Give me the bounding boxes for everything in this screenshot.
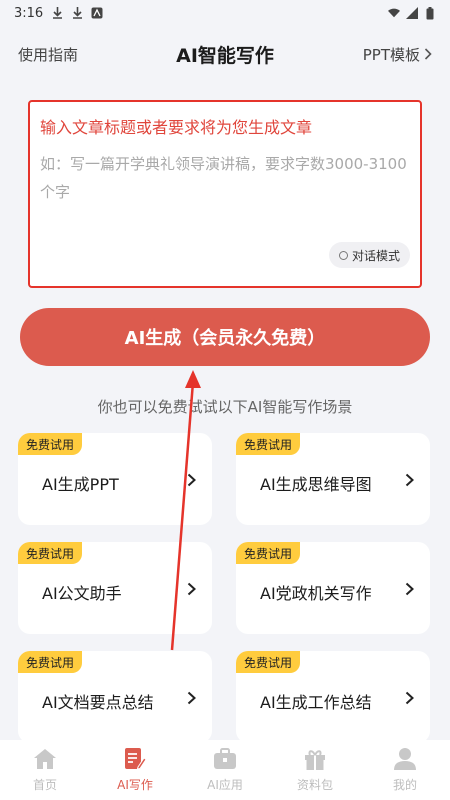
page-title: AI智能写作 [176,44,274,67]
chat-mode-toggle[interactable]: 对话模式 [328,242,410,268]
tab-label: 首页 [32,778,57,792]
input-placeholder[interactable]: 如：写一篇开学典礼领导演讲稿，要求字数3000-3100个字 [40,150,410,206]
tab-label: 资料包 [296,778,333,792]
tab-ai-write[interactable]: AI写作 [100,746,170,793]
scene-hint: 你也可以免费试试以下AI智能写作场景 [97,398,353,416]
radio-icon [338,250,348,260]
article-input-area[interactable]: 输入文章标题或者要求将为您生成文章 如：写一篇开学典礼领导演讲稿，要求字数300… [28,100,422,288]
tab-label: AI写作 [117,778,153,792]
chevron-right-icon [184,580,198,598]
free-trial-badge: 免费试用 [236,542,301,564]
ai-generate-button[interactable]: AI生成（会员永久免费） [20,308,430,366]
tab-profile[interactable]: 我的 [370,746,440,793]
app-notification-icon [91,7,103,19]
download-icon [51,7,63,19]
scene-label: AI生成思维导图 [260,475,372,494]
scene-label: AI文档要点总结 [42,693,154,712]
chevron-right-icon [402,689,416,707]
scene-card-mindmap[interactable]: 免费试用 AI生成思维导图 [236,433,430,525]
free-trial-badge: 免费试用 [236,651,301,673]
signal-icon [406,7,418,19]
tab-home[interactable]: 首页 [10,746,80,793]
chevron-right-icon [402,580,416,598]
scene-card-ppt[interactable]: 免费试用 AI生成PPT [18,433,212,525]
scene-label: AI生成PPT [42,475,119,494]
free-trial-badge: 免费试用 [18,651,83,673]
scene-card-work-summary[interactable]: 免费试用 AI生成工作总结 [236,651,430,743]
bottom-tab-bar: 首页 AI写作 AI应用 资料包 我的 [0,740,450,800]
home-icon [32,746,58,772]
scene-label: AI公文助手 [42,584,122,603]
download-icon-2 [71,7,83,19]
write-icon [122,746,148,772]
ppt-template-link[interactable]: PPT模板 [363,44,432,65]
profile-icon [392,746,418,772]
tab-label: 我的 [392,778,417,792]
scene-label: AI党政机关写作 [260,584,372,603]
status-right [388,6,436,19]
ppt-template-label: PPT模板 [362,45,420,64]
free-trial-badge: 免费试用 [18,433,83,455]
tab-ai-apps[interactable]: AI应用 [190,746,260,793]
chevron-right-icon [402,471,416,489]
tab-label: AI应用 [207,778,243,792]
app-header: 使用指南 AI智能写作 PPT模板 [0,34,450,74]
chevron-right-icon [424,48,432,60]
battery-icon [424,6,436,19]
free-trial-badge: 免费试用 [236,433,301,455]
wifi-icon [388,7,400,19]
gift-icon [302,746,328,772]
chevron-right-icon [184,689,198,707]
scene-card-doc-summary[interactable]: 免费试用 AI文档要点总结 [18,651,212,743]
scene-card-official-doc[interactable]: 免费试用 AI公文助手 [18,542,212,634]
chevron-right-icon [184,471,198,489]
tab-materials[interactable]: 资料包 [280,746,350,793]
chat-mode-label: 对话模式 [351,248,400,263]
status-bar: 3:16 [0,0,450,26]
status-left: 3:16 [14,6,103,21]
scene-card-government[interactable]: 免费试用 AI党政机关写作 [236,542,430,634]
toolbox-icon [212,746,238,772]
scene-label: AI生成工作总结 [260,693,372,712]
guide-link[interactable]: 使用指南 [18,44,78,65]
free-trial-badge: 免费试用 [18,542,83,564]
status-time: 3:16 [14,5,44,21]
input-title: 输入文章标题或者要求将为您生成文章 [40,118,313,137]
